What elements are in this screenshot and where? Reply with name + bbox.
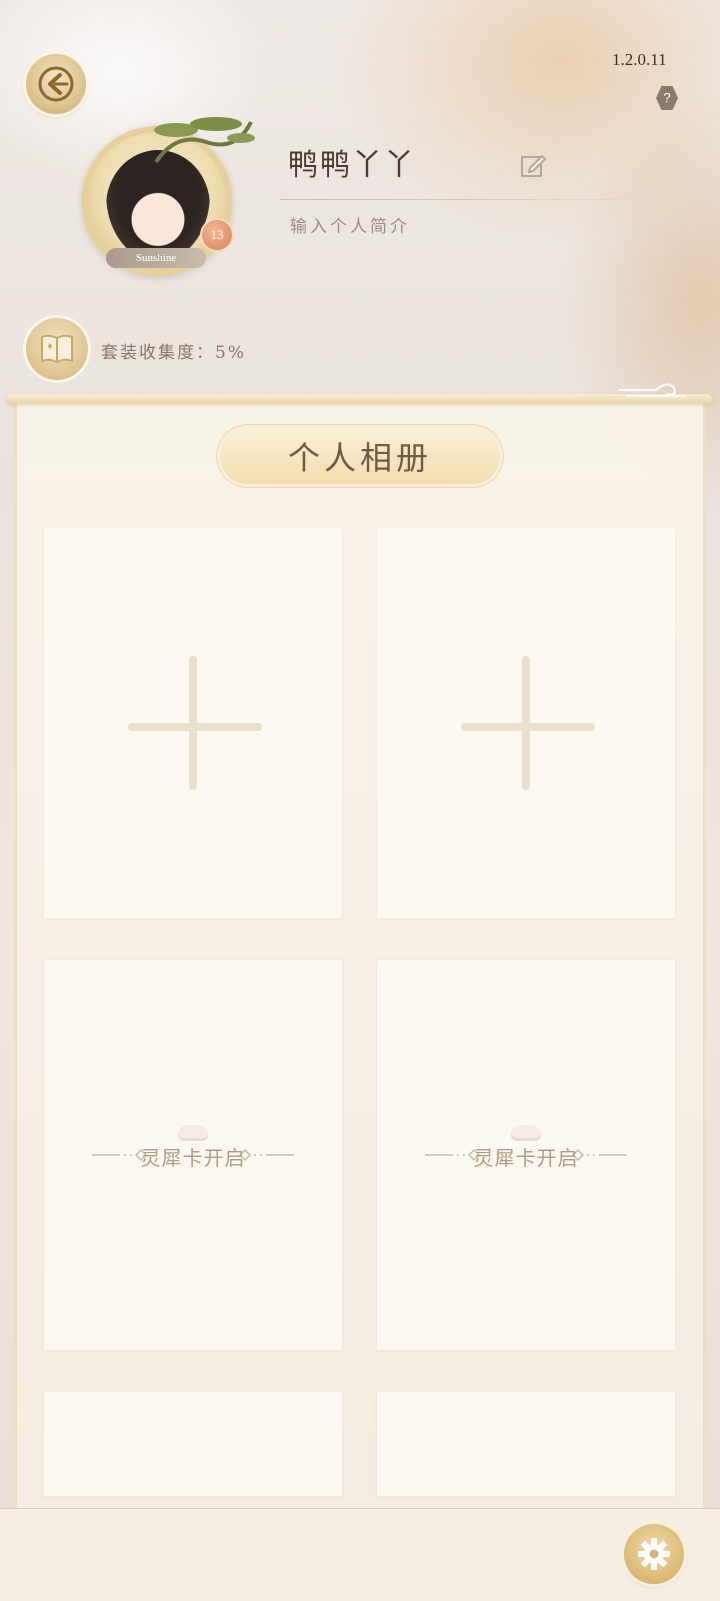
album-slot-locked-2[interactable]: 灵犀卡开启 (377, 960, 675, 1350)
collection-progress-text: 套装收集度：5% (101, 343, 246, 363)
bottom-bar (0, 1508, 720, 1601)
cloud-swirl-ornament-icon (618, 383, 686, 397)
album-slot-3[interactable] (44, 1392, 342, 1496)
gear-icon (638, 1538, 670, 1570)
back-button[interactable] (26, 54, 86, 114)
album-slot-4[interactable] (377, 1392, 675, 1496)
book-icon (41, 334, 73, 364)
avatar-nameplate: Sunshine (106, 248, 206, 268)
plus-icon-vertical (522, 656, 530, 790)
album-slot-locked-1[interactable]: 灵犀卡开启 (44, 960, 342, 1350)
locked-label: 灵犀卡开启 (473, 1146, 579, 1170)
bio-input[interactable] (288, 212, 652, 242)
album-slot-add-1[interactable] (44, 528, 342, 918)
back-arrow-icon (38, 66, 74, 102)
collection-button[interactable] (26, 318, 88, 380)
cloud-icon (178, 1125, 208, 1141)
pine-tree-ornament-icon (154, 117, 255, 164)
settings-button[interactable] (624, 1524, 684, 1584)
username: 鸭鸭丫丫 (288, 148, 416, 183)
cloud-icon (511, 1125, 541, 1141)
album-title: 个人相册 (287, 439, 432, 477)
panel-top-bar (6, 394, 712, 404)
album-slot-add-2[interactable] (377, 528, 675, 918)
edit-icon[interactable] (520, 152, 546, 178)
plus-icon-vertical (189, 656, 197, 790)
avatar[interactable]: 13 Sunshine (76, 112, 266, 282)
name-divider (280, 199, 660, 200)
level-badge: 13 (202, 220, 232, 250)
album-title-banner: 个人相册 (220, 428, 500, 484)
version-label: 1.2.0.11 (612, 50, 667, 69)
locked-label: 灵犀卡开启 (140, 1146, 246, 1170)
